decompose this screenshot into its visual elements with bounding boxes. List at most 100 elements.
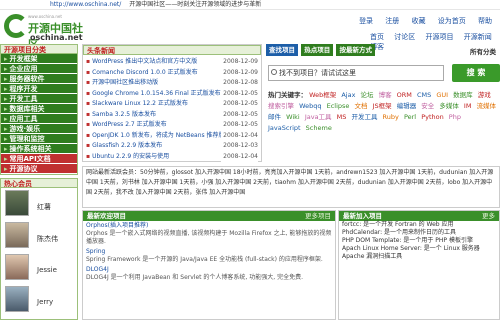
keyword-link[interactable]: GUI	[436, 91, 448, 99]
avatar[interactable]	[5, 254, 29, 280]
set-home-link[interactable]: 设为首页	[438, 17, 466, 25]
category-item[interactable]: ▸ 程序开发	[1, 84, 77, 94]
help-link[interactable]: 帮助	[478, 17, 492, 25]
keyword-link[interactable]: 多媒体	[439, 102, 459, 110]
search-button[interactable]: 搜 索	[452, 64, 500, 82]
news-item[interactable]: ▪ Google Chrome 1.0.154.36 Final 正式版发布 200…	[86, 88, 258, 99]
project-item[interactable]: Orphos(插入项目推荐) Orphos 是一个嵌入式网络的视频直播, 该视频…	[83, 221, 335, 247]
search-input[interactable]: 找不到项目？请试试这里	[268, 65, 444, 81]
news-item[interactable]: ▪ Ubuntu 2.2.9 的安装与使用 2008-12-04	[86, 151, 258, 162]
tab-latest[interactable]: 按最新方式	[336, 44, 375, 56]
user-item[interactable]: 红薯	[1, 188, 77, 220]
news-item[interactable]: ▪ WordPress 2.7 正式版发布 2008-12-05	[86, 120, 258, 131]
keyword-link[interactable]: CMS	[417, 91, 431, 99]
nav-home[interactable]: 首页	[370, 33, 384, 41]
project-name[interactable]: Orphos(插入项目推荐)	[86, 222, 332, 230]
avatar[interactable]	[5, 222, 29, 248]
top-links: 登录 注册 收藏 设为首页 帮助	[349, 16, 492, 26]
login-link[interactable]: 登录	[359, 17, 373, 25]
user-name[interactable]: 红薯	[37, 202, 51, 212]
project-item[interactable]: Spring Spring Framework 是一个开源的 Java/Java…	[83, 247, 335, 265]
user-item[interactable]: Jerry	[1, 284, 77, 316]
category-item[interactable]: ▸ 开发工具	[1, 94, 77, 104]
keyword-link[interactable]: Webqq	[299, 102, 321, 110]
category-item[interactable]: ▸ 管理和监控	[1, 134, 77, 144]
keyword-link[interactable]: JS框架	[373, 102, 392, 110]
keyword-link[interactable]: Eclipse	[327, 102, 350, 110]
keyword-link[interactable]: Wiki	[286, 113, 300, 121]
keyword-link[interactable]: 博客	[379, 91, 392, 99]
category-item[interactable]: ▸ 常用API文档	[1, 154, 77, 164]
tab-search[interactable]: 查找项目	[266, 44, 298, 56]
keyword-link[interactable]: Ajax	[341, 91, 355, 99]
more-projects-link[interactable]: 更多项目	[305, 211, 331, 221]
nav-forum[interactable]: 讨论区	[394, 33, 415, 41]
favorite-link[interactable]: 收藏	[412, 17, 426, 25]
category-item[interactable]: ▸ 开发框架	[1, 54, 77, 64]
keyword-link[interactable]: 安全	[421, 102, 434, 110]
nav-news[interactable]: 开源新闻	[464, 33, 492, 41]
news-title: 头条新闻	[83, 45, 261, 55]
keyword-link[interactable]: Python	[421, 113, 444, 121]
avatar[interactable]	[5, 190, 29, 216]
new-project-item[interactable]: Apach Linux Home Server: 是一个 Linux 服务器	[339, 245, 499, 253]
keyword-link[interactable]: Ruby	[383, 113, 399, 121]
keyword-link[interactable]: 游戏	[478, 91, 491, 99]
category-item[interactable]: ▸ 游戏·娱乐	[1, 124, 77, 134]
project-name[interactable]: DLOG4J	[86, 266, 332, 274]
news-item[interactable]: ▪ WordPress 推出中文站点和官方中文版 2008-12-09	[86, 57, 258, 68]
news-item[interactable]: ▪ Comanche Discord 1.0.0 正式版发布 2008-12-09	[86, 67, 258, 78]
category-item[interactable]: ▸ 服务器软件	[1, 74, 77, 84]
avatar[interactable]	[5, 286, 29, 312]
keyword-link[interactable]: Php	[449, 113, 461, 121]
new-project-item[interactable]: PHP DOM Template: 是一个用于 PHP 模板引擎	[339, 237, 499, 245]
user-name[interactable]: Jerry	[37, 298, 53, 306]
keyword-link[interactable]: 编辑器	[397, 102, 417, 110]
category-item[interactable]: ▸ 操作系统相关	[1, 144, 77, 154]
news-item[interactable]: ▪ 开源中国社区推出移动版 2008-12-08	[86, 78, 258, 89]
keyword-link[interactable]: 开发工具	[351, 113, 377, 121]
news-item[interactable]: ▪ OpenJDK 1.0 新发布，将成为 NetBeans 推荐版 2008-12…	[86, 130, 258, 141]
site-url[interactable]: http://www.oschina.net/	[50, 1, 121, 8]
keyword-link[interactable]: IM	[464, 102, 472, 110]
category-item[interactable]: ▸ 应用工具	[1, 114, 77, 124]
all-categories-link[interactable]: 所有分类	[470, 46, 496, 56]
project-name[interactable]: Spring	[86, 248, 332, 256]
more-new-link[interactable]: 更多	[482, 211, 495, 221]
user-item[interactable]: 陈杰伟	[1, 220, 77, 252]
user-name[interactable]: Jessie	[37, 266, 57, 274]
keyword-link[interactable]: 搜索引擎	[268, 102, 294, 110]
keyword-link[interactable]: Scheme	[306, 124, 332, 132]
logo-c-icon	[4, 14, 28, 38]
new-project-item[interactable]: fortcc: 是一个开发 Fortran 的 Web 应用	[339, 221, 499, 229]
keyword-link[interactable]: 文档	[354, 102, 367, 110]
category-item[interactable]: ▸ 企业应用	[1, 64, 77, 74]
category-item[interactable]: ▸ 数据库相关	[1, 104, 77, 114]
user-name[interactable]: 陈杰伟	[37, 234, 58, 244]
news-item[interactable]: ▪ Samba 3.2.5 版本发布 2008-12-05	[86, 109, 258, 120]
category-item[interactable]: ▸ 开源协议	[1, 164, 77, 174]
keyword-link[interactable]: 论坛	[361, 91, 374, 99]
keyword-link[interactable]: Web框架	[309, 91, 336, 99]
news-item[interactable]: ▪ Glassfish 2.2.9 版本发布 2008-12-03	[86, 141, 258, 152]
keyword-link[interactable]: Java工具	[305, 113, 332, 121]
keyword-link[interactable]: 邮件	[268, 113, 281, 121]
new-projects: 最新加入项目 更多 fortcc: 是一个开发 Fortran 的 Web 应用…	[338, 210, 500, 320]
register-link[interactable]: 注册	[385, 17, 399, 25]
keyword-link[interactable]: MS	[337, 113, 347, 121]
tab-hot[interactable]: 热点项目	[301, 44, 334, 56]
keyword-link[interactable]: 流媒体	[477, 102, 497, 110]
active-members-text: 网站最新活跃会员：50分钟前，glossot 加入开源中国 18小时前，亮亮加入…	[86, 169, 494, 196]
keyword-link[interactable]: JavaScript	[268, 124, 301, 132]
project-item[interactable]: DLOG4J DLOG4J 是一个利用 JavaBean 和 Servlet 的…	[83, 265, 335, 283]
nav-projects[interactable]: 开源项目	[425, 33, 453, 41]
keyword-link[interactable]: 数据库	[453, 91, 473, 99]
keyword-link[interactable]: Perl	[404, 113, 416, 121]
site-logo[interactable]: www.oschina.net 开源中国社区 oschina.net	[4, 14, 84, 51]
hot-keywords: 热门关键字： Web框架 Ajax 论坛 博客 ORM CMS GUI 数据库 …	[268, 90, 500, 134]
user-item[interactable]: Jessie	[1, 252, 77, 284]
keyword-link[interactable]: ORM	[397, 91, 412, 99]
new-project-item[interactable]: PhdCalendar: 是一个用来制作日历的工具	[339, 229, 499, 237]
news-item[interactable]: ▪ Slackware Linux 12.2 正式版发布 2008-12-05	[86, 99, 258, 110]
new-project-item[interactable]: Apache 漏洞扫描工具	[339, 253, 499, 261]
